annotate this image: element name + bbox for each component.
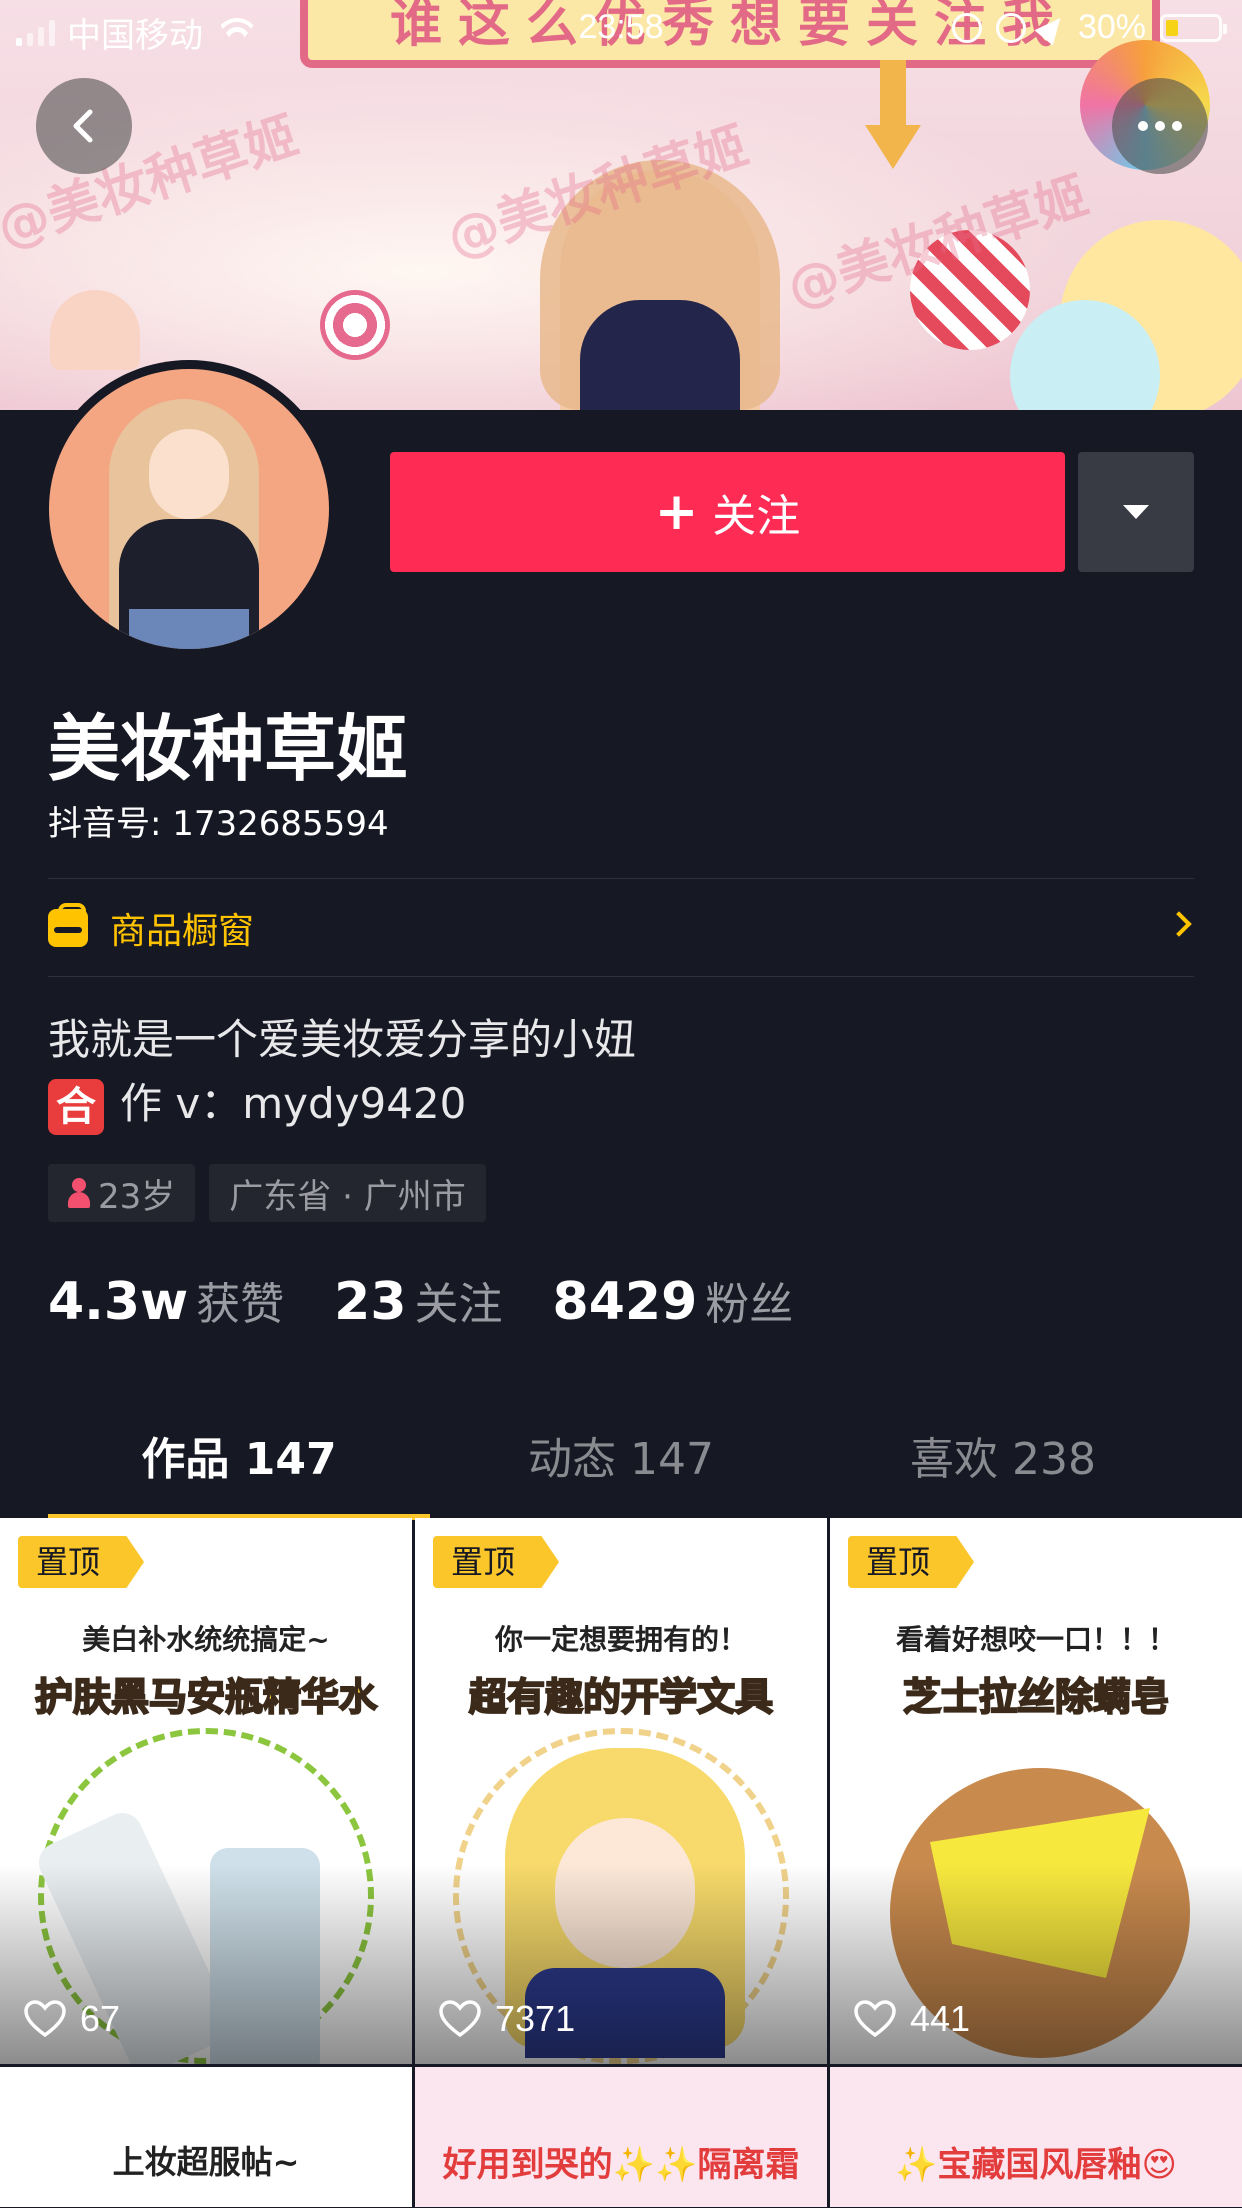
more-button[interactable] <box>1112 78 1208 174</box>
thumbnail-caption: ✨宝藏国风唇釉😍 <box>895 2145 1177 2185</box>
tab-works[interactable]: 作品 147 <box>48 1420 430 1520</box>
thumbnail-title: 芝士拉丝除螨皂 <box>902 1674 1170 1720</box>
divider <box>48 878 1194 879</box>
alarm-icon <box>951 12 982 43</box>
follow-button[interactable]: + 关注 <box>390 452 1065 572</box>
likes-stat[interactable]: 4.3w 获赞 <box>48 1268 284 1332</box>
chevron-left-icon <box>73 109 93 143</box>
thumbnail-title: 超有趣的开学文具 <box>468 1674 774 1720</box>
follow-label: 关注 <box>712 491 801 542</box>
thumbnail-caption: 你一定想要拥有的！ <box>494 1623 747 1656</box>
video-thumbnail[interactable]: 置顶 你一定想要拥有的！ 超有趣的开学文具 7371 <box>415 1518 827 2064</box>
fans-label: 粉丝 <box>705 1279 794 1330</box>
thumbnail-caption: 美白补水统统搞定~ <box>82 1623 330 1656</box>
like-count-value: 441 <box>910 1998 971 2039</box>
following-stat[interactable]: 23 关注 <box>334 1268 502 1332</box>
shop-window-row[interactable]: 商品橱窗 <box>48 880 1194 976</box>
like-count-value: 67 <box>80 1998 121 2039</box>
pinned-badge: 置顶 <box>18 1536 145 1588</box>
like-count: 67 <box>24 1998 120 2040</box>
likes-count: 4.3w <box>48 1272 189 1332</box>
divider <box>48 976 1194 977</box>
like-count-value: 7371 <box>495 1998 576 2039</box>
avatar[interactable] <box>40 360 338 658</box>
icecream-decoration <box>50 290 140 370</box>
likes-label: 获赞 <box>196 1279 285 1330</box>
thumbnail-caption: 看着好想咬一口！！！ <box>895 1623 1176 1656</box>
video-thumbnail[interactable]: 置顶 看着好想咬一口！！！ 芝士拉丝除螨皂 441 <box>830 1518 1242 2064</box>
recommend-dropdown-button[interactable] <box>1078 452 1194 572</box>
fans-stat[interactable]: 8429 粉丝 <box>553 1268 794 1332</box>
pinned-badge: 置顶 <box>433 1536 560 1588</box>
plus-icon: + <box>654 482 699 542</box>
video-thumbnail[interactable]: ✨宝藏国风唇釉😍 <box>830 2067 1242 2207</box>
like-count: 441 <box>854 1998 970 2040</box>
battery-percent: 30% <box>1077 8 1146 46</box>
video-thumbnail[interactable]: 置顶 美白补水统统搞定~ 护肤黑马安瓶精华水 67 <box>0 1518 412 2064</box>
video-grid: 置顶 美白补水统统搞定~ 护肤黑马安瓶精华水 67 置顶 你一定想要拥有的！ 超… <box>0 1518 1242 2207</box>
following-label: 关注 <box>414 1279 503 1330</box>
douyin-id: 抖音号: 1732685594 <box>48 804 389 844</box>
bio-line: 作 v：mydy9420 <box>120 1079 467 1128</box>
female-icon <box>68 1178 90 1208</box>
video-thumbnail[interactable]: 好用到哭的✨✨隔离霜 <box>415 2067 827 2207</box>
thumbnail-title: 护肤黑马安瓶精华水 <box>34 1674 378 1720</box>
rotation-lock-icon <box>995 12 1026 43</box>
heart-icon <box>439 2000 481 2038</box>
shop-icon <box>48 903 88 947</box>
like-count: 7371 <box>439 1998 575 2040</box>
age-tag: 23岁 <box>48 1164 196 1222</box>
age-label: 23岁 <box>98 1176 176 1217</box>
bio-line: 我就是一个爱美妆爱分享的小妞 <box>48 1015 637 1064</box>
profile-tags: 23岁 广东省 · 广州市 <box>48 1164 486 1222</box>
bio: 我就是一个爱美妆爱分享的小妞 合作 v：mydy9420 <box>48 1008 636 1136</box>
more-dots-icon <box>1138 121 1182 131</box>
battery-icon <box>1160 13 1227 42</box>
thumbnail-caption: 上妆超服帖~ <box>112 2143 300 2181</box>
pinned-badge: 置顶 <box>848 1536 975 1588</box>
back-button[interactable] <box>36 78 132 174</box>
profile-stats: 4.3w 获赞 23 关注 8429 粉丝 <box>48 1268 793 1332</box>
profile-banner: 谁这么优秀想要关注我 @美妆种草姬 @美妆种草姬 @美妆种草姬 <box>0 0 1242 410</box>
location-icon <box>1034 9 1070 46</box>
location-label: 广东省 · 广州市 <box>229 1176 466 1217</box>
heart-icon <box>854 2000 896 2038</box>
caret-down-icon <box>1123 505 1149 519</box>
video-thumbnail[interactable]: 上妆超服帖~ <box>0 2067 412 2207</box>
content-tabs: 作品 147 动态 147 喜欢 238 <box>48 1420 1194 1520</box>
shop-window-label: 商品橱窗 <box>110 911 255 952</box>
tab-likes[interactable]: 喜欢 238 <box>812 1420 1194 1520</box>
chevron-right-icon <box>1166 911 1192 937</box>
location-tag: 广东省 · 广州市 <box>209 1164 486 1222</box>
heart-icon <box>24 2000 66 2038</box>
fans-count: 8429 <box>552 1272 698 1332</box>
status-bar: 中国移动 23:58 30% <box>0 0 1242 58</box>
tab-moments[interactable]: 动态 147 <box>430 1420 812 1520</box>
thumbnail-caption: 好用到哭的✨✨隔离霜 <box>442 2145 800 2185</box>
cooperation-badge-icon: 合 <box>48 1078 104 1135</box>
profile-name: 美妆种草姬 <box>48 707 409 791</box>
following-count: 23 <box>334 1272 407 1332</box>
